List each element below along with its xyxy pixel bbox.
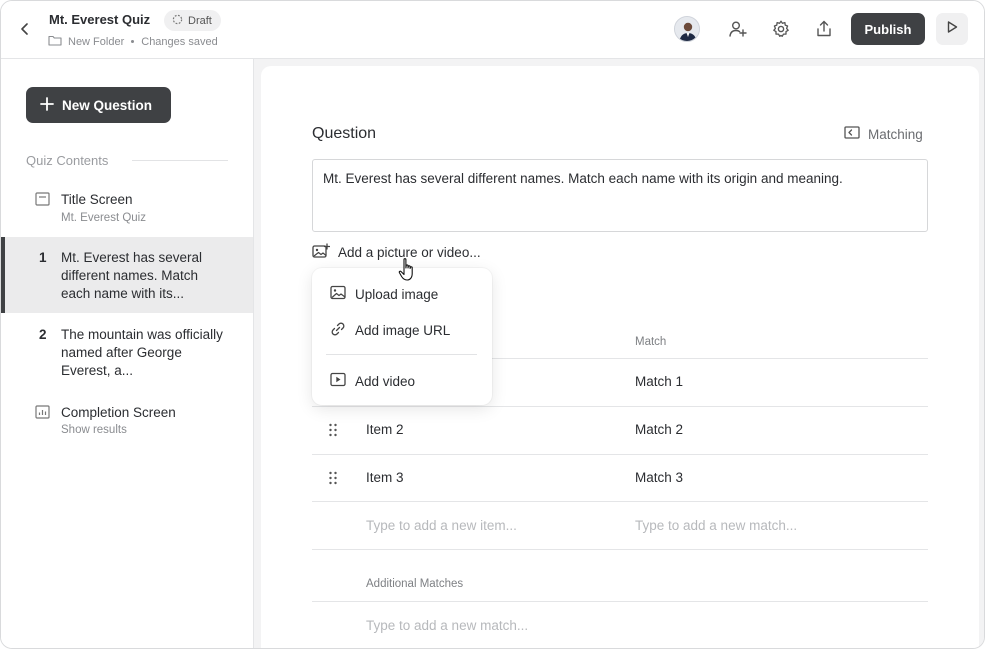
- menu-item-label: Add video: [355, 373, 416, 389]
- upload-image-menu-item[interactable]: Upload image: [330, 285, 438, 303]
- new-item-input[interactable]: Type to add a new item...: [366, 518, 517, 533]
- preview-play-button[interactable]: [936, 13, 968, 45]
- drag-handle-icon[interactable]: [327, 423, 339, 437]
- video-icon: [330, 372, 346, 390]
- question-type-selector[interactable]: Matching: [844, 126, 923, 142]
- question-number: 2: [39, 327, 47, 342]
- sidebar-item-label: Title Screen: [61, 192, 133, 207]
- sidebar-item-question-1[interactable]: 1 Mt. Everest has several different name…: [1, 237, 253, 313]
- match-cell[interactable]: Match 2: [635, 422, 683, 437]
- draft-spinner-icon: [172, 14, 183, 28]
- additional-match-input[interactable]: Type to add a new match...: [366, 618, 528, 633]
- image-icon: [330, 285, 346, 303]
- status-badge: Draft: [164, 10, 221, 31]
- top-bar: Mt. Everest Quiz Draft New Folder Change…: [1, 1, 984, 59]
- hand-pointer-icon: [398, 257, 418, 283]
- add-image-icon: [312, 243, 331, 262]
- share-icon[interactable]: [813, 18, 835, 40]
- question-type-label: Matching: [868, 126, 923, 142]
- match-column-header: Match: [635, 336, 667, 348]
- quiz-title[interactable]: Mt. Everest Quiz: [49, 12, 150, 27]
- sidebar-item-question-2[interactable]: 2 The mountain was officially named afte…: [1, 317, 253, 385]
- item-cell[interactable]: Item 2: [366, 422, 404, 437]
- plus-icon: [40, 96, 54, 114]
- question-number: 1: [39, 250, 47, 265]
- status-badge-label: Draft: [188, 14, 212, 27]
- add-video-menu-item[interactable]: Add video: [330, 372, 415, 390]
- publish-button[interactable]: Publish: [851, 13, 925, 45]
- add-media-button[interactable]: Add a picture or video...: [312, 243, 481, 262]
- save-status: Changes saved: [141, 35, 218, 48]
- sidebar: New Question Quiz Contents Title Screen …: [1, 59, 254, 648]
- sidebar-item-label: Mt. Everest has several different names.…: [61, 250, 203, 301]
- gear-icon[interactable]: [770, 18, 792, 40]
- link-icon: [330, 321, 346, 340]
- new-match-input[interactable]: Type to add a new match...: [635, 518, 797, 533]
- divider: [312, 549, 928, 550]
- match-cell[interactable]: Match 3: [635, 470, 683, 485]
- sidebar-item-sub: Mt. Everest Quiz: [61, 212, 146, 224]
- divider: [312, 406, 928, 407]
- title-screen-icon: [35, 191, 50, 206]
- app-window: Mt. Everest Quiz Draft New Folder Change…: [0, 0, 985, 649]
- new-question-button[interactable]: New Question: [26, 87, 171, 123]
- breadcrumb: New Folder Changes saved: [48, 34, 218, 49]
- add-collaborator-icon[interactable]: [727, 18, 749, 40]
- question-text-field[interactable]: Mt. Everest has several different names.…: [312, 159, 928, 232]
- divider: [312, 601, 928, 602]
- avatar[interactable]: [674, 16, 700, 42]
- menu-item-label: Upload image: [355, 286, 439, 302]
- new-question-label: New Question: [62, 97, 153, 113]
- sidebar-item-sub: Show results: [61, 424, 127, 436]
- play-icon: [945, 20, 959, 39]
- sidebar-item-label: Completion Screen: [61, 405, 176, 420]
- separator-dot: [131, 40, 135, 43]
- sidebar-item-completion-screen[interactable]: Completion Screen Show results: [1, 395, 253, 445]
- question-heading: Question: [312, 125, 377, 142]
- sidebar-item-title-screen[interactable]: Title Screen Mt. Everest Quiz: [1, 181, 253, 231]
- divider: [312, 501, 928, 502]
- drag-handle-icon[interactable]: [327, 471, 339, 485]
- additional-matches-heading: Additional Matches: [366, 578, 464, 590]
- divider: [312, 454, 928, 455]
- matching-icon: [844, 126, 860, 142]
- folder-icon: [48, 34, 62, 49]
- bar-chart-icon: [35, 404, 50, 419]
- match-cell[interactable]: Match 1: [635, 374, 683, 389]
- back-chevron-icon[interactable]: [15, 19, 35, 39]
- item-cell[interactable]: Item 3: [366, 470, 404, 485]
- quiz-contents-heading: Quiz Contents: [26, 153, 109, 168]
- media-dropdown-menu: Upload image Add image URL Add video: [312, 268, 492, 405]
- folder-name[interactable]: New Folder: [68, 36, 124, 48]
- add-image-url-menu-item[interactable]: Add image URL: [330, 321, 450, 340]
- menu-item-label: Add image URL: [355, 323, 451, 338]
- divider: [132, 160, 228, 161]
- sidebar-item-label: The mountain was officially named after …: [61, 327, 223, 378]
- divider: [326, 354, 477, 355]
